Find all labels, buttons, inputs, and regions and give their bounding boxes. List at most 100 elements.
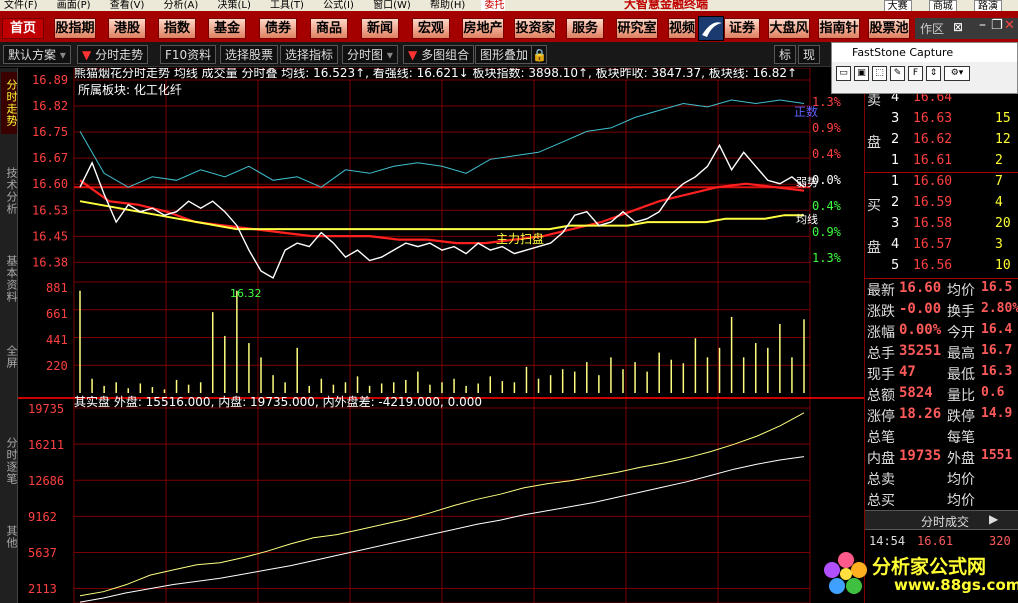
side-tab-tick-by-tick[interactable]: 分时逐笔 <box>1 430 18 492</box>
stat-value: 0.6 <box>981 385 1005 400</box>
multi-chart-dropdown[interactable]: ▼ 多图组合 <box>403 45 475 64</box>
nav-tab-market-risk[interactable]: 大盘风 <box>768 18 810 39</box>
buy-level-row: 1 16.60 7 <box>865 172 1018 193</box>
side-label: 买 <box>867 198 881 214</box>
stats-row: 涨跌 -0.00 换手 2.80% <box>865 299 1018 320</box>
nav-tab-index[interactable]: 指数 <box>158 18 196 39</box>
side-tab-fundamental[interactable]: 基本资料 <box>1 248 18 310</box>
capture-scroll-icon[interactable]: ⇕ <box>926 66 941 81</box>
order-volume: 15 <box>995 111 1011 126</box>
lock-icon[interactable]: 🔒 <box>531 45 547 64</box>
link-roadshow[interactable]: 路演 <box>974 0 1002 11</box>
nav-tab-securities-net[interactable]: 证券网 <box>724 18 760 39</box>
nav-tab-compass[interactable]: 指南针 <box>818 18 860 39</box>
nav-tab-bond[interactable]: 债券 <box>259 18 297 39</box>
capture-freehand-icon[interactable]: ✎ <box>890 66 905 81</box>
workspace-label: 作区 <box>920 22 945 36</box>
sell-level-row: 3 16.63 15 <box>865 109 1018 130</box>
menu-decision[interactable]: 决策(L) <box>213 0 250 11</box>
stat-key: 跌停 <box>947 409 975 425</box>
menu-view[interactable]: 查看(V) <box>106 0 145 11</box>
close-icon[interactable]: ✕ <box>1004 18 1015 33</box>
annot-positive: 正数 <box>794 104 818 119</box>
stat-value: 16.5 <box>981 280 1013 295</box>
chevron-down-icon: ▼ <box>408 48 418 62</box>
minimize-icon[interactable]: – <box>979 17 986 33</box>
restore-icon[interactable]: ❐ <box>991 18 1003 33</box>
order-volume: 7 <box>995 174 1003 189</box>
nav-tab-service[interactable]: 服务 <box>566 18 604 39</box>
tick-price: 16.61 <box>917 534 954 548</box>
price-tick-label: 16.45 <box>32 229 68 243</box>
annot-main-sweep: 主力扫盘 <box>496 231 544 246</box>
menu-broker[interactable]: 委托 <box>480 0 505 11</box>
stat-key: 总笔 <box>867 430 895 446</box>
nav-tab-investor[interactable]: 投资家 <box>514 18 556 39</box>
menu-help[interactable]: 帮助(H) <box>426 0 465 11</box>
stat-key: 最低 <box>947 367 975 383</box>
side-tab-fullscreen[interactable]: 全屏 <box>1 340 18 374</box>
stat-value: 35251 <box>899 343 942 359</box>
tick-tab[interactable]: 分时成交 <box>921 513 969 530</box>
volume-tick-label: 220 <box>46 359 68 373</box>
link-mall[interactable]: 商城 <box>928 0 957 11</box>
menu-bar: 文件(F) 画面(P) 查看(V) 分析(A) 决策(L) 工具(T) 公式(I… <box>0 0 1018 11</box>
link-contest[interactable]: 大赛 <box>883 0 912 11</box>
menu-view-screen[interactable]: 画面(P) <box>53 0 91 11</box>
nav-tab-index-futures[interactable]: 股指期 <box>54 18 96 39</box>
side-label: 盘 <box>867 135 881 151</box>
menu-window[interactable]: 窗口(W) <box>369 0 411 11</box>
tick-next-icon[interactable]: ▶ <box>989 512 998 526</box>
nav-tab-home[interactable]: 首页 <box>2 18 44 39</box>
capture-region-icon[interactable]: ⬚ <box>872 66 887 81</box>
intraday-chart[interactable]: 熊猫烟花分时走势 均线 成交量 分时叠 均线: 16.523↑, 看强线: 16… <box>18 68 864 603</box>
current-button[interactable]: 现 <box>798 45 821 64</box>
overlay-button[interactable]: 图形叠加 <box>475 45 534 64</box>
nav-tab-hk-stocks[interactable]: 港股 <box>108 18 146 39</box>
stat-key: 涨跌 <box>867 304 895 320</box>
scheme-dropdown[interactable]: 默认方案 ▾ <box>3 45 71 64</box>
nav-tab-fund[interactable]: 基金 <box>208 18 246 39</box>
nav-tab-real-estate[interactable]: 房地产 <box>462 18 504 39</box>
percent-tick-label: 0.9% <box>812 225 842 239</box>
inout-tick-label: 19735 <box>28 402 64 416</box>
side-tab-technical[interactable]: 技术分析 <box>1 160 18 222</box>
capture-fullscreen-icon[interactable]: F <box>908 66 923 81</box>
side-tab-other[interactable]: 其他 <box>1 520 18 554</box>
stat-value: 16.7 <box>981 343 1013 358</box>
nav-tab-research[interactable]: 研究室 <box>616 18 658 39</box>
intraday-chart-dropdown[interactable]: 分时图 ▾ <box>342 45 398 64</box>
select-indicator-button[interactable]: 选择指标 <box>280 45 339 64</box>
stat-key: 均价 <box>947 283 975 299</box>
order-price: 16.56 <box>913 258 953 273</box>
intraday-dropdown[interactable]: ▼ 分时走势 <box>77 45 149 64</box>
menu-right-links: 大赛 商城 路演 <box>882 0 1014 11</box>
menu-file[interactable]: 文件(F) <box>0 0 38 11</box>
watermark-title: 分析家公式网 <box>872 556 987 578</box>
nav-tab-stock-pool[interactable]: 股票池 <box>868 18 910 39</box>
stat-key: 现手 <box>867 367 895 383</box>
app-logo-icon <box>698 16 724 41</box>
settings-icon[interactable]: ⚙▾ <box>944 66 970 81</box>
stat-value: 0.00% <box>899 322 942 338</box>
menu-analysis[interactable]: 分析(A) <box>160 0 199 11</box>
nav-tab-news[interactable]: 新闻 <box>361 18 399 39</box>
nav-tab-video[interactable]: 视频 <box>668 18 696 39</box>
nav-bar: 首页 股指期 港股 指数 基金 债券 商品 新闻 宏观 房地产 投资家 服务 研… <box>0 11 1018 42</box>
nav-tab-commodity[interactable]: 商品 <box>310 18 348 39</box>
faststone-toolbar[interactable]: FastStone Capture ▭ ▣ ⬚ ✎ F ⇕ ⚙▾ <box>831 42 1018 94</box>
close-workspace-icon[interactable]: ⊠ <box>953 20 963 34</box>
f10-button[interactable]: F10资料 <box>160 45 217 64</box>
stat-value: 16.4 <box>981 322 1013 337</box>
nav-tab-macro[interactable]: 宏观 <box>412 18 450 39</box>
menu-formula[interactable]: 公式(I) <box>319 0 354 11</box>
percent-tick-label: 0.4% <box>812 147 842 161</box>
side-tab-intraday[interactable]: 分时走势 <box>1 72 18 134</box>
volume-tick-label: 441 <box>46 333 68 347</box>
capture-object-icon[interactable]: ▣ <box>854 66 869 81</box>
percent-tick-label: 0.4% <box>812 199 842 213</box>
select-stock-button[interactable]: 选择股票 <box>220 45 279 64</box>
capture-window-icon[interactable]: ▭ <box>836 66 851 81</box>
mark-button[interactable]: 标 <box>774 45 797 64</box>
menu-tools[interactable]: 工具(T) <box>266 0 304 11</box>
